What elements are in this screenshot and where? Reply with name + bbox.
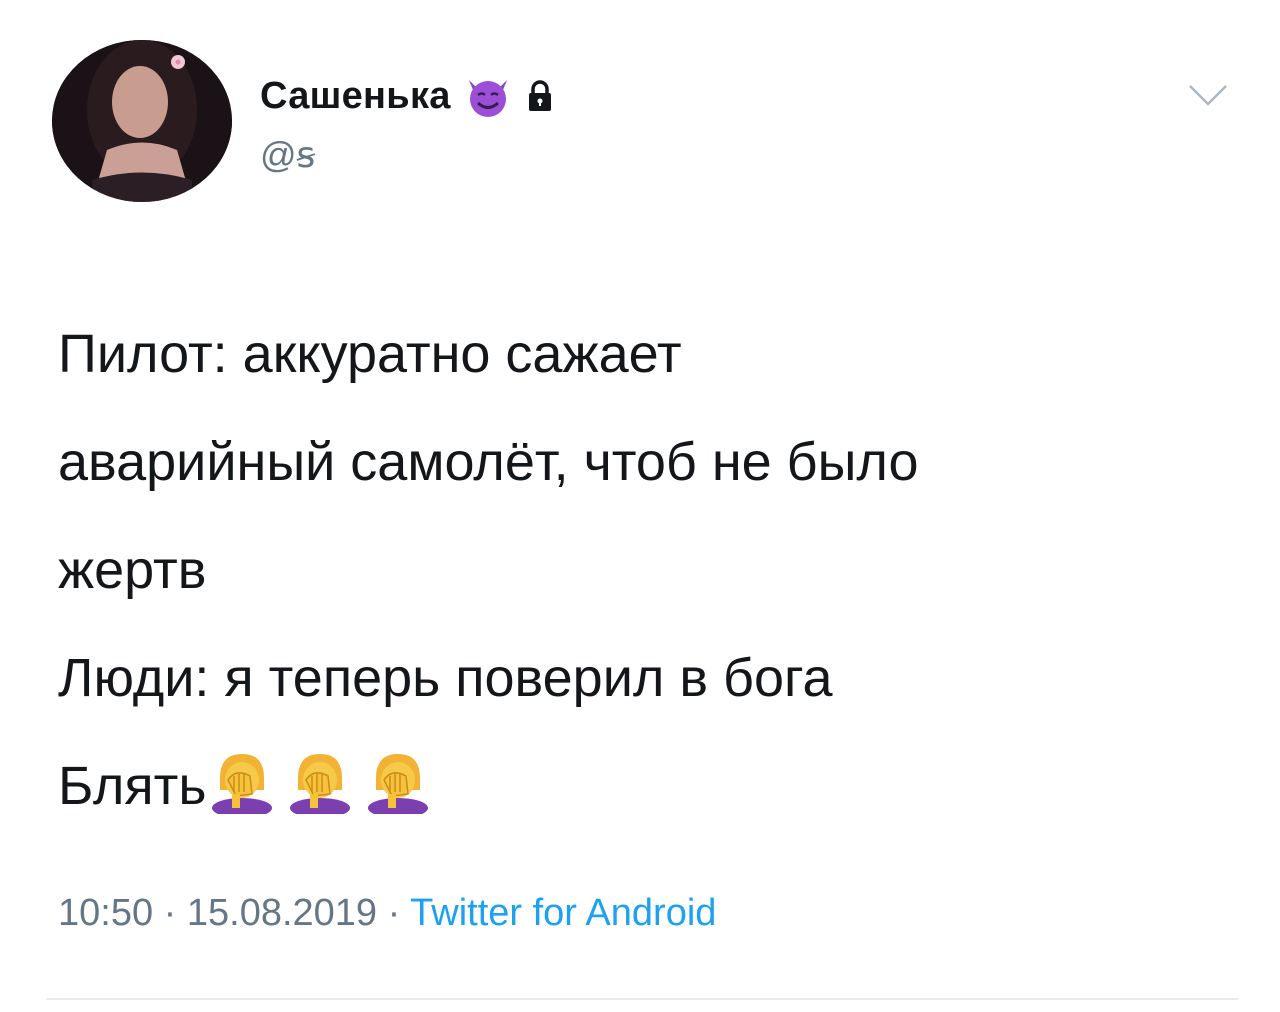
divider [46, 998, 1238, 1000]
tweet-source-link[interactable]: Twitter for Android [410, 892, 716, 934]
meta-separator: · [377, 892, 411, 934]
tweet-line: аварийный самолёт, чтоб не было [58, 432, 919, 492]
tweet-meta: 10:50 · 15.08.2019 · Twitter for Android [58, 892, 716, 935]
tweet-line: Пилот: аккуратно сажает [58, 324, 682, 384]
tweet-text: Пилот: аккуратно сажает аварийный самолё… [58, 300, 1238, 850]
facepalm-woman-icon [284, 742, 356, 850]
tweet: Сашенька @ꞩ Пилот: аккуратно сажает авар… [0, 0, 1280, 1012]
avatar[interactable] [52, 40, 232, 202]
lock-icon [525, 79, 555, 113]
tweet-time[interactable]: 10:50 [58, 892, 153, 934]
chevron-down-icon[interactable] [1188, 82, 1228, 108]
tweet-date[interactable]: 15.08.2019 [187, 892, 377, 934]
facepalm-woman-icon [206, 742, 278, 850]
facepalm-woman-icon [362, 742, 434, 850]
smiling-devil-icon [463, 74, 513, 118]
handle[interactable]: @ꞩ [260, 134, 315, 176]
emoji-group [206, 742, 434, 850]
tweet-line: жертв [58, 540, 207, 600]
meta-separator: · [153, 892, 187, 934]
display-name[interactable]: Сашенька [260, 75, 451, 118]
tweet-line-text: Блять [58, 756, 207, 816]
author-name-row: Сашенька [260, 68, 555, 124]
tweet-line-last: Блять [58, 732, 1238, 850]
tweet-line: Люди: я теперь поверил в бога [58, 648, 833, 708]
